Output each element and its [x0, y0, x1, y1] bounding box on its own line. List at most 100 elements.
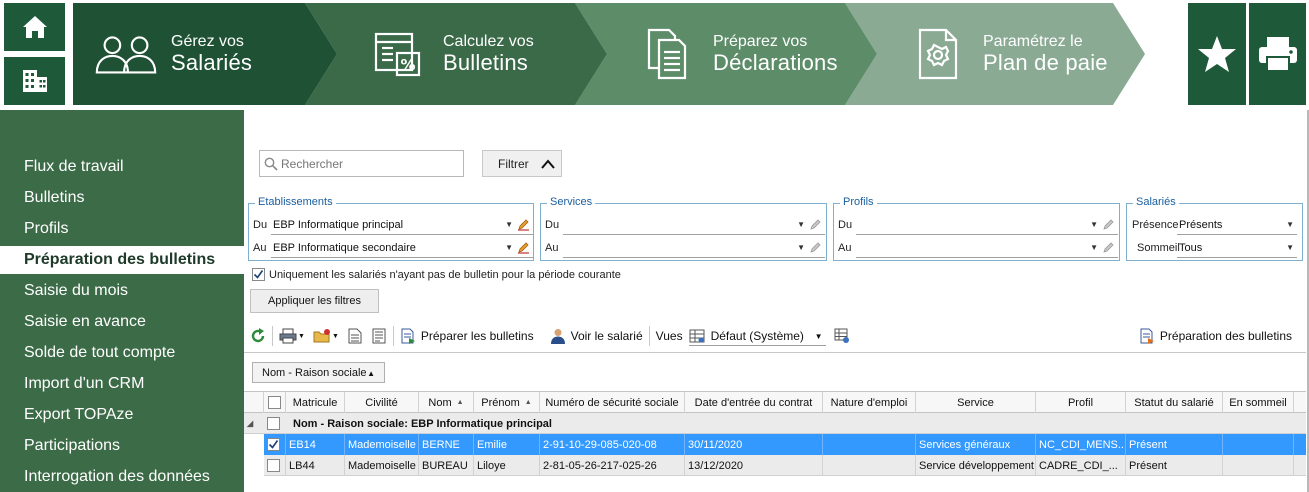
row-checkbox[interactable] — [267, 438, 280, 451]
sidebar-item[interactable]: Profils — [0, 215, 244, 243]
column-title: Numéro de sécurité sociale — [545, 396, 679, 409]
presence-select[interactable]: Présents ▼ — [1177, 215, 1297, 235]
select-value: Tous — [1179, 241, 1203, 254]
step-prepare-declarations[interactable]: Préparez vos Déclarations — [633, 3, 838, 105]
row-checkbox[interactable] — [267, 459, 280, 472]
checkmark-icon — [253, 270, 264, 279]
column-header[interactable]: Matricule — [286, 392, 345, 413]
toolbar-separator — [648, 326, 650, 346]
printer-icon — [1258, 37, 1297, 72]
sommeil-select[interactable]: Tous ▼ — [1177, 238, 1297, 258]
column-header[interactable]: Profil — [1036, 392, 1126, 413]
sidebar-item[interactable]: Import d'un CRM — [0, 370, 244, 398]
only-without-payslip-label: Uniquement les salariés n'ayant pas de b… — [269, 268, 621, 281]
views-label: Vues — [655, 329, 683, 343]
column-title: Civilité — [365, 396, 398, 409]
sidebar-item[interactable]: Flux de travail — [0, 153, 244, 181]
print-menu-button[interactable]: ▼ — [279, 325, 305, 347]
group-by-chip[interactable]: Nom - Raison sociale ▲ — [252, 362, 385, 383]
collapse-group-icon[interactable]: ◢ — [244, 413, 264, 434]
column-header[interactable]: Service — [916, 392, 1036, 413]
select-all-checkbox[interactable] — [268, 396, 281, 409]
sidebar-item[interactable]: Export TOPAze — [0, 401, 244, 429]
from-label: Du — [545, 219, 560, 231]
svg-text:%: % — [400, 56, 415, 74]
sidebar-item[interactable]: Saisie du mois — [0, 277, 244, 305]
establishment-to-select[interactable]: EBP Informatique secondaire ▼ — [271, 238, 533, 258]
step-compute-payslips[interactable]: % Calculez vos Bulletins — [363, 3, 534, 105]
step-manage-employees[interactable]: Gérez vos Salariés — [91, 3, 252, 105]
service-to-select[interactable]: ▼ — [563, 238, 825, 258]
grid-settings-icon — [834, 328, 849, 343]
prepare-payslips-button[interactable]: Préparer les bulletins — [400, 325, 534, 347]
grid-settings-button[interactable] — [834, 325, 850, 347]
pencil-icon[interactable] — [1102, 241, 1115, 254]
pencil-icon[interactable] — [1102, 218, 1115, 231]
document-details-button[interactable] — [371, 325, 387, 347]
column-header[interactable]: Numéro de sécurité sociale — [540, 392, 685, 413]
building-icon — [22, 70, 47, 92]
service-from-select[interactable]: ▼ — [563, 215, 825, 235]
only-without-payslip-option[interactable]: Uniquement les salariés n'ayant pas de b… — [252, 268, 621, 281]
sidebar-item[interactable]: Participations — [0, 432, 244, 460]
grid-toolbar: ▼ ▼ Préparer les bulletins Voir le salar… — [244, 323, 1304, 349]
toolbar-separator — [272, 326, 273, 346]
pencil-icon[interactable] — [517, 241, 530, 254]
column-header[interactable]: Prénom ▲ — [474, 392, 540, 413]
home-button[interactable] — [4, 3, 65, 51]
cell-civilite: Mademoiselle — [345, 434, 419, 455]
select-value: Présents — [1179, 218, 1223, 231]
profile-from-select[interactable]: ▼ — [856, 215, 1118, 235]
pencil-icon[interactable] — [809, 218, 822, 231]
filter-toggle-button[interactable]: Filtrer — [482, 150, 562, 177]
row-select-cell[interactable] — [264, 455, 286, 476]
export-menu-button[interactable]: ▼ — [313, 325, 339, 347]
employees-filter: Salariés Présence Présents ▼ Sommeil Tou… — [1126, 196, 1303, 261]
step-configure-payroll-plan[interactable]: Paramétrez le Plan de paie — [903, 3, 1108, 105]
views-select[interactable]: Défaut (Système) ▼ — [688, 326, 826, 346]
column-header[interactable]: Nom ▲ — [419, 392, 474, 413]
search-box[interactable] — [259, 150, 464, 177]
group-select-cell[interactable] — [264, 413, 286, 434]
profile-to-select[interactable]: ▼ — [856, 238, 1118, 258]
establishments-filter: Etablissements Du EBP Informatique princ… — [248, 196, 534, 261]
users-icon — [95, 36, 157, 74]
dropdown-arrow-icon: ▼ — [1090, 243, 1098, 252]
favorites-button[interactable] — [1188, 3, 1246, 105]
row-select-cell[interactable] — [264, 434, 286, 455]
establishment-from-select[interactable]: EBP Informatique principal ▼ — [271, 215, 533, 235]
sidebar-item[interactable]: Interrogation des données — [0, 463, 244, 491]
column-header[interactable]: Civilité — [345, 392, 419, 413]
view-employee-button[interactable]: Voir le salarié — [550, 325, 643, 347]
sidebar-item[interactable]: Bulletins — [0, 184, 244, 212]
column-header[interactable]: Date d'entrée du contrat — [685, 392, 823, 413]
apply-filters-button[interactable]: Appliquer les filtres — [250, 289, 379, 313]
legend: Profils — [840, 196, 877, 208]
table-row[interactable]: EB14 Mademoiselle BERNE Emilie 2-91-10-2… — [244, 434, 1306, 455]
search-input[interactable] — [281, 156, 461, 171]
pencil-icon[interactable] — [517, 218, 530, 231]
calculator-icon: % — [374, 32, 421, 77]
payslip-preparation-button[interactable]: Préparation des bulletins — [1139, 325, 1292, 347]
column-header[interactable]: En sommeil — [1223, 392, 1294, 413]
document-list-button[interactable] — [347, 325, 363, 347]
to-label: Au — [253, 242, 267, 254]
group-select-checkbox[interactable] — [267, 417, 280, 430]
only-without-payslip-checkbox[interactable] — [252, 268, 265, 281]
sidebar-item[interactable]: Préparation des bulletins — [0, 246, 244, 274]
cell-statut: Présent — [1126, 455, 1223, 476]
refresh-button[interactable] — [250, 325, 266, 347]
table-row[interactable]: LB44 Mademoiselle BUREAU Liloye 2-81-05-… — [244, 455, 1306, 476]
column-header[interactable]: Statut du salarié — [1126, 392, 1223, 413]
select-all-cell[interactable] — [264, 392, 286, 413]
group-row[interactable]: ◢ Nom - Raison sociale: EBP Informatique… — [244, 413, 1306, 434]
pencil-icon[interactable] — [809, 241, 822, 254]
step-line2: Déclarations — [713, 50, 838, 75]
establishment-button[interactable] — [4, 57, 65, 105]
sidebar-item[interactable]: Saisie en avance — [0, 308, 244, 336]
legend: Services — [547, 196, 596, 208]
column-header[interactable]: Nature d'emploi — [823, 392, 916, 413]
sidebar-item[interactable]: Solde de tout compte — [0, 339, 244, 367]
print-button[interactable] — [1249, 3, 1306, 105]
chevron-up-icon — [541, 159, 555, 169]
